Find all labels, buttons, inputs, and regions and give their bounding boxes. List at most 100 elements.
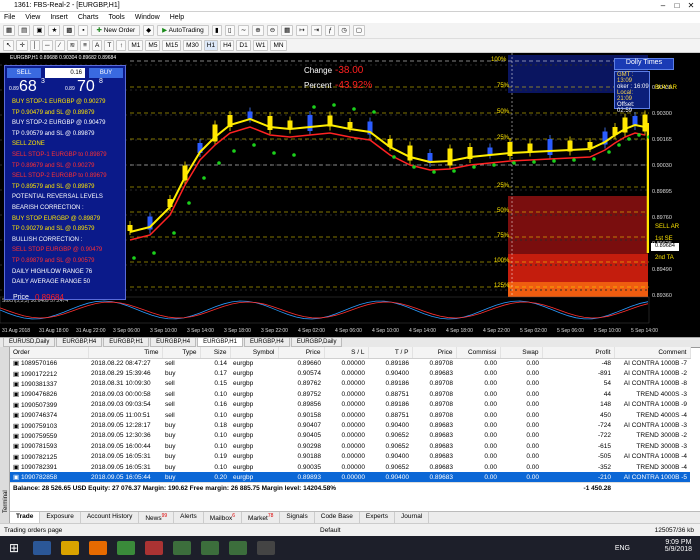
menu-charts[interactable]: Charts bbox=[78, 14, 99, 21]
folder-icon[interactable] bbox=[61, 541, 79, 555]
order-row[interactable]: ▣ 1090782125 2018.09.05 16:05:31 buy 0.19 eu… bbox=[10, 452, 690, 462]
minimize-icon[interactable]: – bbox=[656, 0, 670, 12]
chart-tab[interactable]: EURGBP,H1 bbox=[197, 338, 243, 347]
chart-tab[interactable]: EURUSD,Daily bbox=[3, 338, 56, 347]
order-row[interactable]: ▣ 1090759559 2018.09.05 12:30:36 buy 0.10 eu… bbox=[10, 431, 690, 441]
order-row[interactable]: ▣ 1090782858 2018.09.05 16:05:44 buy 0.20 eu… bbox=[10, 472, 690, 483]
terminal-tab[interactable]: News99 bbox=[139, 512, 175, 523]
order-row[interactable]: ▣ 1090507399 2018.09.03 09:03:54 sell 0.16 e… bbox=[10, 400, 690, 410]
menu-help[interactable]: Help bbox=[170, 14, 184, 21]
column-header[interactable]: Commissi bbox=[456, 347, 501, 359]
sell-button[interactable]: SELL bbox=[7, 68, 41, 78]
tf-m15[interactable]: M15 bbox=[162, 40, 182, 51]
period-icon[interactable]: ◷ bbox=[338, 25, 350, 36]
terminal-tab[interactable]: Signals bbox=[280, 512, 315, 523]
zoom-in-icon[interactable]: ⊕ bbox=[252, 25, 264, 36]
terminal-tab[interactable]: Alerts bbox=[174, 512, 204, 523]
zoom-out-icon[interactable]: ⊖ bbox=[266, 25, 279, 36]
line-chart-icon[interactable]: ∼ bbox=[237, 25, 250, 36]
fibonacci-icon[interactable]: ≡ bbox=[80, 40, 91, 51]
terminal-tab[interactable]: Mailbox6 bbox=[204, 512, 242, 523]
tf-h4[interactable]: H4 bbox=[220, 40, 235, 51]
column-header[interactable]: Symbol bbox=[230, 347, 279, 359]
horizontal-line-icon[interactable]: ─ bbox=[41, 40, 53, 51]
terminal-tab[interactable]: Journal bbox=[395, 512, 430, 523]
shift-icon[interactable]: ⇥ bbox=[310, 25, 323, 36]
order-row[interactable]: ▣ 1090781593 2018.09.05 16:00:44 buy 0.10 eu… bbox=[10, 441, 690, 451]
column-header[interactable]: Profit bbox=[542, 347, 615, 359]
tf-w1[interactable]: W1 bbox=[252, 40, 269, 51]
column-header[interactable]: Size bbox=[200, 347, 231, 359]
order-row[interactable]: ▣ 1089570166 2018.08.22 08:47:27 sell 0.14 e… bbox=[10, 358, 690, 368]
menu-window[interactable]: Window bbox=[135, 14, 160, 21]
file-explorer-icon[interactable] bbox=[33, 541, 51, 555]
tf-mn[interactable]: MN bbox=[270, 40, 287, 51]
cursor-icon[interactable]: ↖ bbox=[3, 40, 15, 51]
indicators-icon[interactable]: ƒ bbox=[325, 25, 336, 36]
tile-icon[interactable]: ▦ bbox=[281, 25, 294, 36]
chart-tab[interactable]: EURGBP,H4 bbox=[56, 338, 103, 347]
buy-button[interactable]: BUY bbox=[89, 68, 123, 78]
menu-file[interactable]: File bbox=[4, 14, 15, 21]
chart-tab[interactable]: EURGBP,H1 bbox=[103, 338, 150, 347]
tf-m5[interactable]: M5 bbox=[145, 40, 161, 51]
windows-start-icon[interactable]: ⊞ bbox=[5, 541, 23, 555]
tf-m30[interactable]: M30 bbox=[183, 40, 202, 51]
column-header[interactable]: Price bbox=[412, 347, 457, 359]
tf-m1[interactable]: M1 bbox=[128, 40, 144, 51]
profiles-icon[interactable]: ▤ bbox=[18, 25, 31, 36]
order-row[interactable]: ▣ 1090746374 2018.09.05 11:00:51 sell 0.10 e… bbox=[10, 410, 690, 420]
chart-tab[interactable]: EURGBP,Daily bbox=[290, 338, 343, 347]
terminal-tab[interactable]: Market78 bbox=[242, 512, 281, 523]
tester-icon[interactable]: ▪ bbox=[78, 25, 89, 36]
media-icon[interactable] bbox=[145, 541, 163, 555]
templates-icon[interactable]: ▢ bbox=[352, 25, 366, 36]
autotrading-button[interactable]: ▶ AutoTrading bbox=[157, 25, 209, 36]
new-order-button[interactable]: ✚ New Order bbox=[91, 25, 141, 36]
terminal-icon[interactable]: ▩ bbox=[63, 25, 76, 36]
maximize-icon[interactable]: □ bbox=[670, 0, 684, 12]
terminal-tab[interactable]: Trade bbox=[10, 512, 41, 523]
column-header[interactable]: Order bbox=[10, 347, 89, 359]
channel-icon[interactable]: ≋ bbox=[66, 40, 79, 51]
terminal-side-tab[interactable]: Terminal bbox=[0, 347, 10, 523]
column-header[interactable]: T / P bbox=[368, 347, 413, 359]
menu-insert[interactable]: Insert bbox=[50, 14, 68, 21]
column-header[interactable]: Swap bbox=[500, 347, 543, 359]
text-icon[interactable]: A bbox=[92, 40, 103, 51]
arrow-icon[interactable]: ↑ bbox=[116, 40, 127, 51]
close-icon[interactable]: ✕ bbox=[684, 0, 698, 12]
column-header[interactable]: Comment bbox=[614, 347, 691, 359]
lot-size-input[interactable]: 0.16 bbox=[45, 68, 85, 78]
chart-tab[interactable]: EURGBP,H4 bbox=[243, 338, 290, 347]
video-icon[interactable] bbox=[257, 541, 275, 555]
meta-editor-icon[interactable]: ◆ bbox=[143, 25, 155, 36]
order-row[interactable]: ▣ 1090172212 2018.08.29 15:39:46 buy 0.17 eu… bbox=[10, 368, 690, 378]
new-chart-icon[interactable]: ▦ bbox=[3, 25, 16, 36]
order-row[interactable]: ▣ 1090759103 2018.09.05 12:28:17 buy 0.18 eu… bbox=[10, 420, 690, 430]
label-icon[interactable]: T bbox=[104, 40, 115, 51]
trendline-icon[interactable]: ∕ bbox=[54, 40, 65, 51]
order-row[interactable]: ▣ 1090381337 2018.08.31 10:09:30 sell 0.15 e… bbox=[10, 379, 690, 389]
order-row[interactable]: ▣ 1090476826 2018.09.03 00:00:58 sell 0.10 e… bbox=[10, 389, 690, 399]
terminal-tab[interactable]: Account History bbox=[81, 512, 140, 523]
mt4-fbs-icon-1[interactable] bbox=[173, 541, 191, 555]
candle-chart-icon[interactable]: ▯ bbox=[224, 25, 235, 36]
crosshair-icon[interactable]: ✛ bbox=[16, 40, 28, 51]
tf-d1[interactable]: D1 bbox=[236, 40, 251, 51]
terminal-tab[interactable]: Exposure bbox=[40, 512, 81, 523]
column-header[interactable]: S / L bbox=[324, 347, 369, 359]
terminal-tab[interactable]: Code Base bbox=[315, 512, 360, 523]
order-row[interactable]: ▣ 1090782391 2018.09.05 16:05:31 buy 0.10 eu… bbox=[10, 462, 690, 472]
chrome-icon[interactable] bbox=[117, 541, 135, 555]
scroll-icon[interactable]: ↦ bbox=[296, 25, 308, 36]
terminal-tab[interactable]: Experts bbox=[360, 512, 395, 523]
mt4-fbs-icon-2[interactable] bbox=[201, 541, 219, 555]
column-header[interactable]: Time bbox=[88, 347, 163, 359]
firefox-icon[interactable] bbox=[89, 541, 107, 555]
vertical-line-icon[interactable]: │ bbox=[29, 40, 40, 51]
market-watch-icon[interactable]: ▣ bbox=[33, 25, 46, 36]
menu-view[interactable]: View bbox=[25, 14, 40, 21]
chart-tab[interactable]: EURGBP,H4 bbox=[150, 338, 197, 347]
column-header[interactable]: Type bbox=[162, 347, 201, 359]
